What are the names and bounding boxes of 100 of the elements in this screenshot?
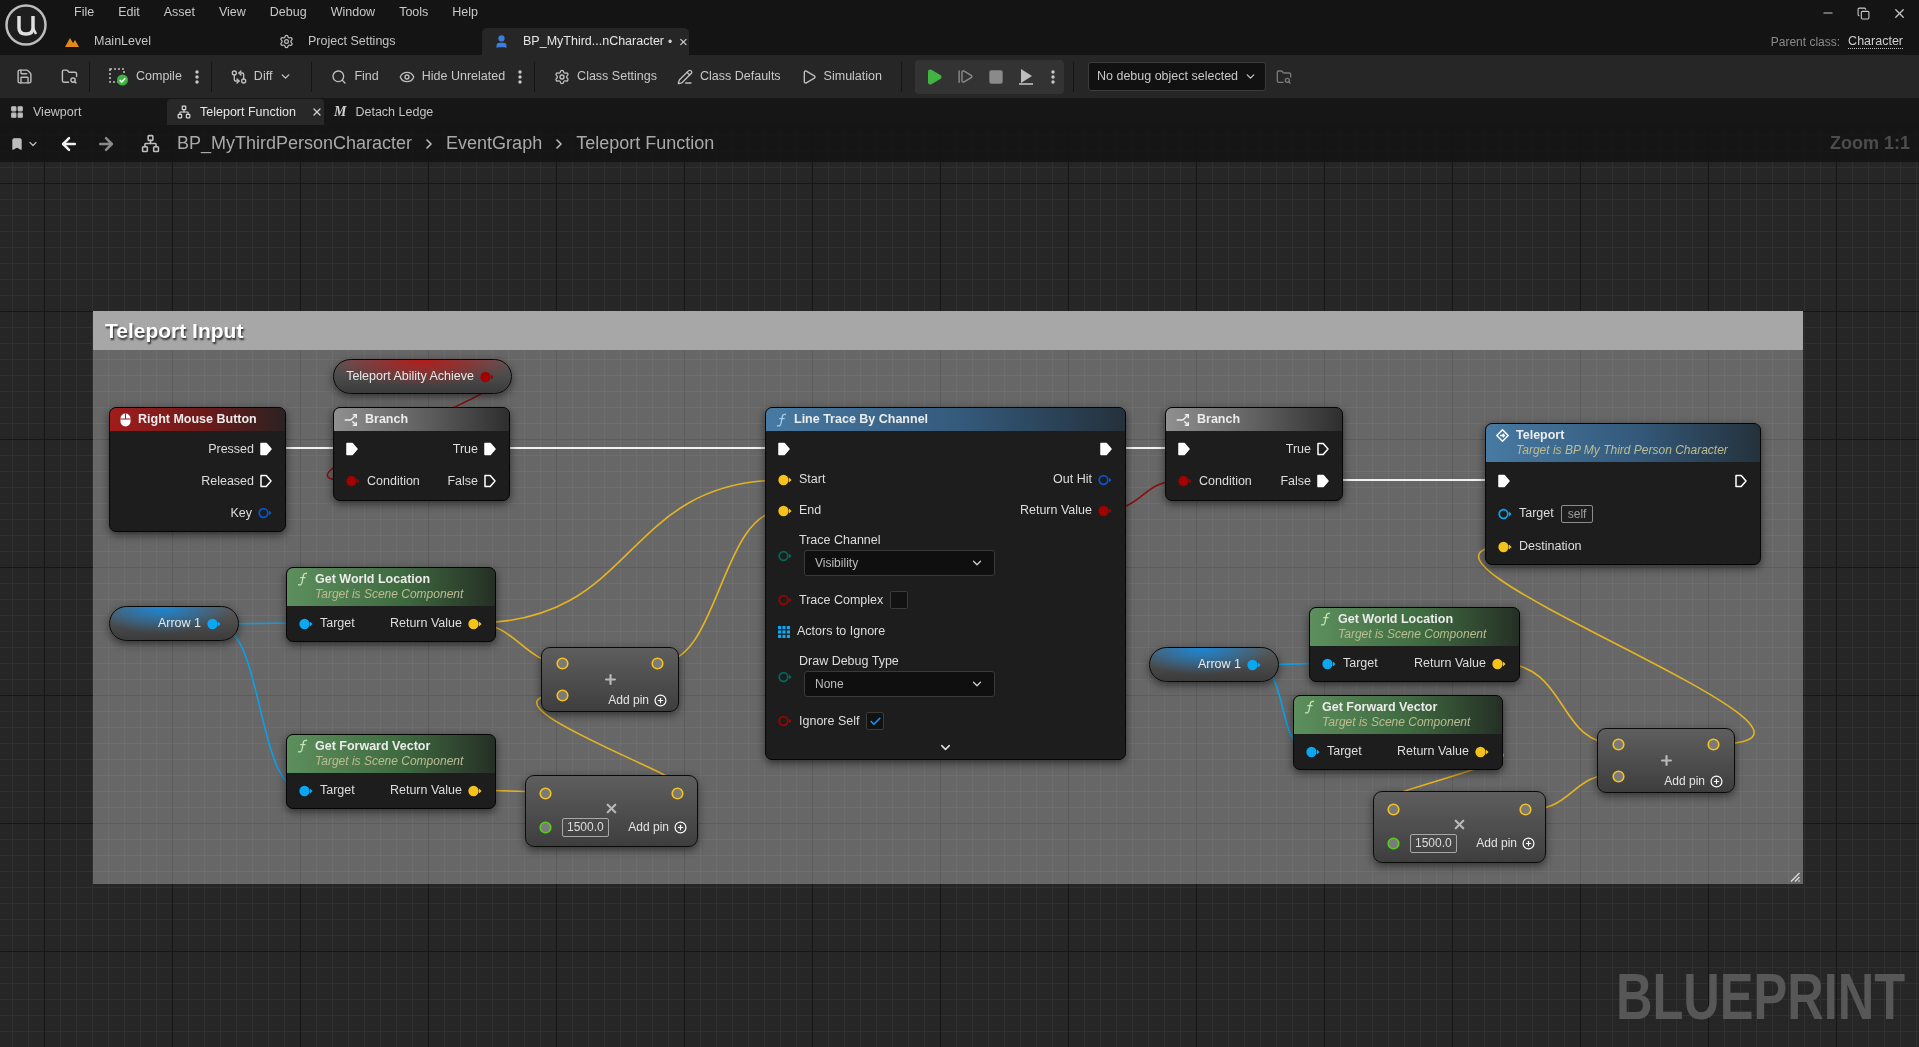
pin-icon[interactable] bbox=[1498, 507, 1512, 520]
exec-pin-icon[interactable] bbox=[1735, 473, 1747, 488]
restore-button[interactable] bbox=[1857, 6, 1870, 20]
toolbar-button[interactable]: Class Defaults bbox=[667, 61, 791, 92]
value-field[interactable]: 1500.0 bbox=[562, 817, 609, 837]
pin-label: End bbox=[799, 503, 822, 518]
launch-button[interactable] bbox=[1018, 68, 1034, 85]
plus-circle-icon bbox=[1522, 836, 1535, 850]
pin-icon[interactable] bbox=[1612, 770, 1625, 783]
exec-pin-icon[interactable] bbox=[1178, 442, 1190, 456]
exec-pin-icon[interactable] bbox=[484, 474, 496, 488]
pin-icon[interactable] bbox=[671, 787, 684, 800]
checkbox[interactable] bbox=[890, 591, 909, 609]
node-title: Teleport bbox=[1516, 428, 1566, 443]
editor-tab[interactable]: Project Settings bbox=[267, 28, 482, 55]
pin-icon[interactable] bbox=[468, 617, 482, 630]
nodes-icon bbox=[177, 105, 191, 119]
exec-pin-icon[interactable] bbox=[1100, 441, 1112, 456]
tab-label: BP_MyThird...nCharacter bbox=[523, 33, 665, 51]
array-pin-icon[interactable] bbox=[778, 625, 790, 638]
pin-icon[interactable] bbox=[1612, 738, 1625, 751]
pin-icon[interactable] bbox=[1322, 657, 1336, 670]
pin-icon[interactable] bbox=[299, 784, 313, 797]
toolbar-button[interactable]: Compile bbox=[99, 61, 192, 92]
pin-icon[interactable] bbox=[1387, 803, 1400, 816]
pin-icon[interactable] bbox=[1707, 738, 1720, 751]
menu-item[interactable]: View bbox=[218, 2, 246, 22]
dropdown[interactable]: Visibility bbox=[804, 550, 995, 576]
menu-item[interactable]: Tools bbox=[399, 2, 429, 22]
exec-pin-icon[interactable] bbox=[346, 442, 358, 456]
exec-pin-icon[interactable] bbox=[778, 441, 790, 456]
pin-icon[interactable] bbox=[539, 787, 552, 800]
parent-class-link[interactable]: Character bbox=[1848, 34, 1903, 49]
pin-label: Out Hit bbox=[1053, 472, 1092, 487]
resize-grip-icon[interactable] bbox=[1790, 872, 1800, 882]
editor-tab[interactable]: MainLevel bbox=[52, 28, 267, 55]
play-bar-icon bbox=[1018, 68, 1034, 85]
pin-label: Key bbox=[230, 505, 252, 521]
function-icon bbox=[776, 412, 787, 427]
pin-icon[interactable] bbox=[1498, 540, 1512, 553]
menu-item[interactable]: Edit bbox=[118, 2, 140, 22]
pin-icon[interactable] bbox=[778, 473, 792, 486]
toolbar-button[interactable]: Simulation bbox=[790, 61, 892, 92]
pin-icon[interactable] bbox=[651, 657, 664, 670]
debug-find-button[interactable] bbox=[1276, 68, 1293, 85]
document-tab[interactable]: Teleport Function bbox=[167, 99, 324, 125]
document-tab[interactable]: Viewport bbox=[0, 99, 167, 125]
value-field[interactable]: self bbox=[1560, 504, 1594, 523]
bookmark-button[interactable] bbox=[10, 136, 39, 151]
stop-button[interactable] bbox=[988, 68, 1004, 85]
check-icon bbox=[868, 714, 882, 728]
search-icon bbox=[331, 68, 348, 85]
play-button[interactable] bbox=[925, 67, 943, 86]
pin-icon[interactable] bbox=[468, 784, 482, 797]
toolbar-button[interactable]: Diff bbox=[220, 61, 303, 92]
node-title: Get World Location bbox=[1338, 612, 1455, 627]
plus-circle-icon bbox=[1710, 774, 1723, 788]
toolbar-button[interactable]: Class Settings bbox=[544, 61, 667, 92]
checkbox[interactable] bbox=[866, 712, 885, 730]
pin-label: Destination bbox=[1519, 539, 1582, 554]
document-tab[interactable]: M Detach Ledge bbox=[324, 99, 464, 125]
menu-item[interactable]: File bbox=[74, 2, 95, 22]
debug-object-dropdown[interactable]: No debug object selected bbox=[1088, 62, 1267, 91]
dropdown[interactable]: None bbox=[804, 671, 995, 697]
mouse-icon bbox=[120, 412, 131, 427]
exec-pin-icon[interactable] bbox=[260, 442, 272, 456]
breadcrumb-item[interactable]: Teleport Function bbox=[576, 130, 715, 157]
add-pin-button[interactable]: Add pin bbox=[628, 820, 687, 834]
add-pin-button[interactable]: Add pin bbox=[1476, 836, 1535, 850]
add-pin-button[interactable]: Add pin bbox=[1664, 774, 1723, 788]
pin-icon[interactable] bbox=[1492, 657, 1506, 670]
add-pin-button[interactable]: Add pin bbox=[608, 693, 667, 707]
pin-icon[interactable] bbox=[556, 689, 569, 702]
value-field[interactable]: 1500.0 bbox=[1410, 833, 1457, 853]
pin-icon[interactable] bbox=[556, 657, 569, 670]
logo-icon[interactable] bbox=[5, 4, 47, 46]
menu-item[interactable]: Debug bbox=[269, 2, 307, 22]
pin-icon[interactable] bbox=[778, 504, 792, 517]
pin-icon[interactable] bbox=[1306, 745, 1320, 758]
breadcrumb-item[interactable]: BP_MyThirdPersonCharacter bbox=[177, 130, 413, 157]
exec-pin-icon[interactable] bbox=[1317, 442, 1329, 456]
exec-pin-icon[interactable] bbox=[1317, 474, 1329, 488]
pin-icon[interactable] bbox=[539, 820, 552, 834]
exec-pin-icon[interactable] bbox=[260, 474, 272, 488]
function-icon bbox=[297, 572, 308, 586]
menu-item[interactable]: Help bbox=[452, 2, 479, 22]
exec-pin-icon[interactable] bbox=[484, 442, 496, 456]
resume-button[interactable] bbox=[957, 68, 974, 85]
toolbar-button[interactable]: Find bbox=[321, 61, 389, 92]
breadcrumb-item[interactable]: EventGraph bbox=[446, 130, 543, 157]
menu-item[interactable]: Asset bbox=[163, 2, 195, 22]
menu-item[interactable]: Window bbox=[330, 2, 376, 22]
pin-icon[interactable] bbox=[1387, 836, 1400, 850]
pin-icon[interactable] bbox=[299, 617, 313, 630]
node-title: Branch bbox=[365, 412, 409, 427]
exec-pin-icon[interactable] bbox=[1498, 473, 1510, 488]
pin-icon[interactable] bbox=[1475, 745, 1489, 758]
editor-tab[interactable]: BP_MyThird...nCharacter • bbox=[482, 28, 689, 55]
toolbar-button[interactable]: Hide Unrelated bbox=[388, 61, 516, 92]
pin-icon[interactable] bbox=[1519, 803, 1532, 816]
